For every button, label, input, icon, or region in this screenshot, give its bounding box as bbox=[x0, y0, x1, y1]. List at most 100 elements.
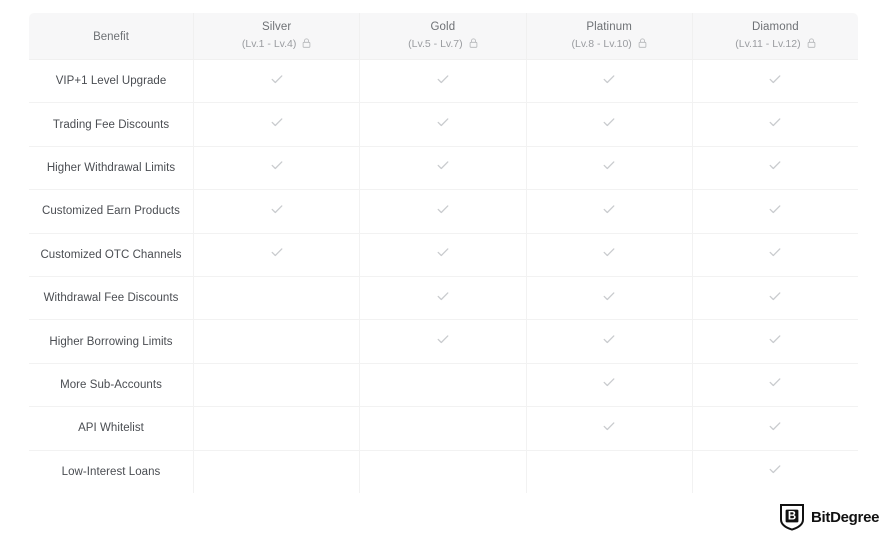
cell-empty bbox=[198, 341, 199, 342]
cell-gold bbox=[359, 233, 527, 277]
column-header-gold: Gold (Lv.5 - Lv.7) bbox=[359, 12, 527, 60]
benefit-label: Higher Borrowing Limits bbox=[29, 319, 194, 364]
lock-icon bbox=[302, 38, 311, 52]
cell-empty bbox=[531, 471, 532, 472]
check-icon bbox=[767, 201, 783, 217]
cell-diamond bbox=[692, 406, 858, 451]
column-header-silver-levels-text: (Lv.1 - Lv.4) bbox=[241, 38, 297, 51]
bitdegree-wordmark: BitDegree bbox=[811, 507, 880, 527]
benefit-label: More Sub-Accounts bbox=[29, 363, 194, 408]
check-icon bbox=[767, 157, 783, 173]
cell-silver bbox=[193, 276, 361, 321]
table-row: Customized OTC Channels bbox=[29, 233, 858, 277]
cell-silver bbox=[193, 102, 361, 147]
benefit-label: Withdrawal Fee Discounts bbox=[29, 276, 194, 321]
check-icon bbox=[601, 71, 617, 87]
cell-gold bbox=[359, 406, 527, 451]
check-icon bbox=[767, 374, 783, 390]
cell-diamond bbox=[692, 319, 858, 364]
column-header-silver-levels: (Lv.1 - Lv.4) bbox=[198, 37, 355, 52]
cell-silver bbox=[193, 59, 361, 104]
column-header-platinum-label: Platinum bbox=[586, 20, 632, 33]
cell-silver bbox=[193, 233, 361, 277]
cell-empty bbox=[198, 471, 199, 472]
column-header-benefit: Benefit bbox=[29, 12, 194, 60]
table-row: Customized Earn Products bbox=[29, 189, 858, 234]
lock-icon bbox=[469, 38, 478, 52]
table-row: More Sub-Accounts bbox=[29, 363, 858, 408]
benefit-label: Trading Fee Discounts bbox=[29, 102, 194, 147]
cell-platinum bbox=[526, 450, 693, 493]
cell-diamond bbox=[692, 189, 858, 234]
cell-silver bbox=[193, 363, 361, 408]
check-icon bbox=[269, 71, 285, 87]
column-header-gold-levels: (Lv.5 - Lv.7) bbox=[364, 37, 521, 52]
cell-gold bbox=[359, 146, 527, 191]
column-header-silver: Silver (Lv.1 - Lv.4) bbox=[193, 12, 361, 60]
table-row: VIP+1 Level Upgrade bbox=[29, 59, 858, 104]
cell-diamond bbox=[692, 59, 858, 104]
vip-benefits-table-container: Benefit Silver (Lv.1 - Lv.4) Gold (Lv.5 … bbox=[28, 12, 859, 494]
cell-platinum bbox=[526, 363, 693, 408]
column-header-platinum-levels: (Lv.8 - Lv.10) bbox=[531, 37, 688, 52]
cell-diamond bbox=[692, 450, 858, 493]
cell-platinum bbox=[526, 146, 693, 191]
check-icon bbox=[435, 288, 451, 304]
benefit-label: Customized Earn Products bbox=[29, 189, 194, 234]
cell-empty bbox=[198, 298, 199, 299]
cell-gold bbox=[359, 102, 527, 147]
cell-silver bbox=[193, 146, 361, 191]
check-icon bbox=[601, 418, 617, 434]
check-icon bbox=[601, 331, 617, 347]
cell-empty bbox=[198, 384, 199, 385]
check-icon bbox=[435, 114, 451, 130]
column-header-benefit-label: Benefit bbox=[93, 31, 129, 44]
column-header-gold-levels-text: (Lv.5 - Lv.7) bbox=[408, 38, 463, 51]
check-icon bbox=[767, 418, 783, 434]
check-icon bbox=[601, 201, 617, 217]
benefit-label: Customized OTC Channels bbox=[29, 233, 194, 277]
cell-diamond bbox=[692, 146, 858, 191]
cell-platinum bbox=[526, 189, 693, 234]
benefit-label: Higher Withdrawal Limits bbox=[29, 146, 194, 191]
table-row: API Whitelist bbox=[29, 406, 858, 451]
check-icon bbox=[601, 244, 617, 260]
cell-gold bbox=[359, 59, 527, 104]
cell-gold bbox=[359, 276, 527, 321]
check-icon bbox=[601, 288, 617, 304]
column-header-diamond-levels: (Lv.11 - Lv.12) bbox=[697, 37, 854, 52]
cell-empty bbox=[198, 428, 199, 429]
cell-empty bbox=[364, 471, 365, 472]
cell-diamond bbox=[692, 102, 858, 147]
cell-platinum bbox=[526, 102, 693, 147]
cell-silver bbox=[193, 406, 361, 451]
table-row: Higher Withdrawal Limits bbox=[29, 146, 858, 191]
benefit-label: Low-Interest Loans bbox=[29, 450, 194, 493]
column-header-silver-label: Silver bbox=[261, 20, 292, 33]
check-icon bbox=[435, 71, 451, 87]
check-icon bbox=[767, 244, 783, 260]
shield-badge-icon: B bbox=[779, 503, 805, 531]
cell-platinum bbox=[526, 406, 693, 451]
table-header: Benefit Silver (Lv.1 - Lv.4) Gold (Lv.5 … bbox=[29, 12, 858, 60]
cell-platinum bbox=[526, 59, 693, 104]
check-icon bbox=[269, 201, 285, 217]
svg-text:BitDegree: BitDegree bbox=[811, 509, 879, 526]
vip-benefits-table: Benefit Silver (Lv.1 - Lv.4) Gold (Lv.5 … bbox=[28, 12, 859, 494]
check-icon bbox=[601, 157, 617, 173]
check-icon bbox=[435, 157, 451, 173]
check-icon bbox=[435, 331, 451, 347]
check-icon bbox=[767, 331, 783, 347]
check-icon bbox=[269, 244, 285, 260]
column-header-diamond-levels-text: (Lv.11 - Lv.12) bbox=[735, 38, 801, 51]
check-icon bbox=[767, 461, 783, 477]
cell-platinum bbox=[526, 276, 693, 321]
cell-platinum bbox=[526, 233, 693, 277]
cell-empty bbox=[364, 428, 365, 429]
benefit-label: API Whitelist bbox=[29, 406, 194, 451]
column-header-diamond-label: Diamond bbox=[752, 20, 799, 33]
lock-icon bbox=[807, 38, 816, 52]
cell-diamond bbox=[692, 276, 858, 321]
cell-gold bbox=[359, 363, 527, 408]
cell-platinum bbox=[526, 319, 693, 364]
